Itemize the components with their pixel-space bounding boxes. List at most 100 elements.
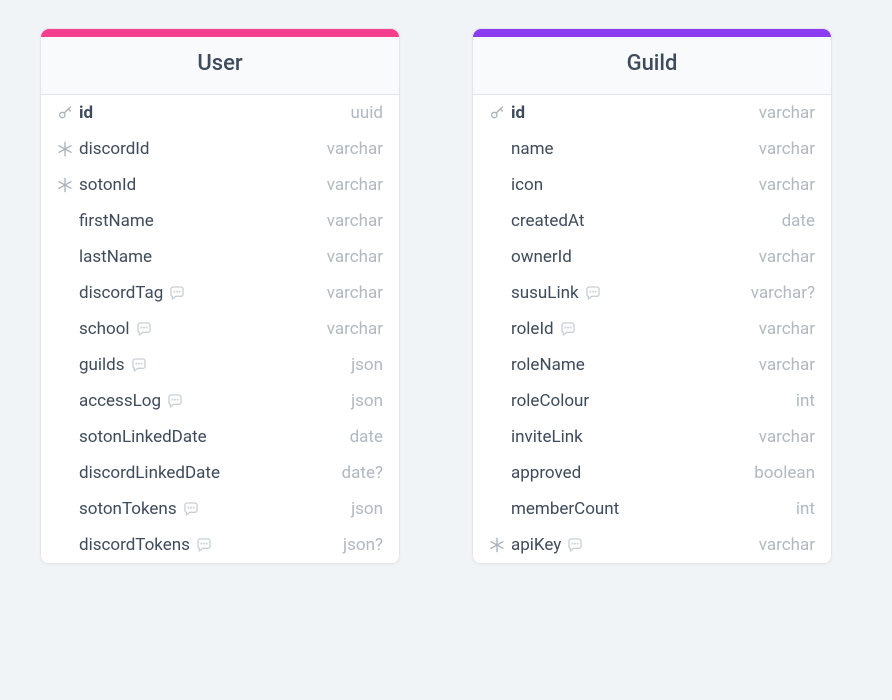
column-type: varchar?: [751, 283, 815, 303]
column-type: varchar: [327, 139, 383, 159]
column-name: inviteLink: [511, 427, 583, 447]
column-icon-slot: [57, 141, 79, 157]
column-name: sotonId: [79, 175, 136, 195]
column-name: school: [79, 319, 130, 339]
column-type: json: [351, 499, 383, 519]
comment-icon: [131, 357, 147, 373]
column-name: discordLinkedDate: [79, 463, 220, 483]
column-row: apiKeyvarchar: [473, 527, 831, 563]
column-type: varchar: [759, 103, 815, 123]
comment-indicator: [585, 285, 601, 301]
column-row: susuLink varchar?: [473, 275, 831, 311]
column-row: roleColourint: [473, 383, 831, 419]
column-name: ownerId: [511, 247, 572, 267]
column-type: boolean: [754, 463, 815, 483]
accent-bar: [41, 29, 399, 37]
column-type: date?: [342, 463, 383, 483]
column-name: lastName: [79, 247, 152, 267]
column-type: uuid: [351, 103, 383, 123]
accent-bar: [473, 29, 831, 37]
column-row: guilds json: [41, 347, 399, 383]
comment-icon: [585, 285, 601, 301]
column-row: ownerIdvarchar: [473, 239, 831, 275]
comment-indicator: [136, 321, 152, 337]
snowflake-icon: [57, 141, 73, 157]
column-row: name varchar: [473, 131, 831, 167]
column-type: json?: [343, 535, 383, 555]
comment-indicator: [196, 537, 212, 553]
column-name: apiKey: [511, 535, 561, 555]
comment-indicator: [560, 321, 576, 337]
column-type: varchar: [759, 139, 815, 159]
column-row: firstName varchar: [41, 203, 399, 239]
column-row: discordTagvarchar: [41, 275, 399, 311]
column-name: guilds: [79, 355, 125, 375]
column-row: sotonTokens json: [41, 491, 399, 527]
column-name: discordTag: [79, 283, 163, 303]
column-type: varchar: [759, 355, 815, 375]
column-row: id uuid: [41, 95, 399, 131]
comment-icon: [183, 501, 199, 517]
column-row: icon varchar: [473, 167, 831, 203]
column-type: json: [351, 391, 383, 411]
comment-icon: [167, 393, 183, 409]
column-name: name: [511, 139, 554, 159]
column-type: varchar: [327, 247, 383, 267]
column-icon-slot: [489, 105, 511, 121]
column-name: discordId: [79, 139, 150, 159]
column-row: id varchar: [473, 95, 831, 131]
comment-indicator: [167, 393, 183, 409]
tables-container: UseriduuiddiscordIdvarcharsotonIdvarchar…: [40, 28, 852, 564]
column-type: varchar: [327, 211, 383, 231]
comment-indicator: [169, 285, 185, 301]
column-name: susuLink: [511, 283, 579, 303]
column-row: inviteLink varchar: [473, 419, 831, 455]
column-type: varchar: [759, 175, 815, 195]
column-name: discordTokens: [79, 535, 190, 555]
column-row: lastName varchar: [41, 239, 399, 275]
column-name: id: [511, 103, 525, 123]
comment-icon: [196, 537, 212, 553]
column-type: date: [782, 211, 815, 231]
column-name: roleName: [511, 355, 585, 375]
key-icon: [57, 105, 73, 121]
column-name: icon: [511, 175, 543, 195]
comment-icon: [567, 537, 583, 553]
column-name: memberCount: [511, 499, 619, 519]
table-title: Guild: [473, 37, 831, 95]
column-row: discordLinkedDate date?: [41, 455, 399, 491]
column-row: discordTokens json?: [41, 527, 399, 563]
column-name: firstName: [79, 211, 154, 231]
key-icon: [489, 105, 505, 121]
comment-icon: [136, 321, 152, 337]
comment-icon: [560, 321, 576, 337]
column-row: discordId varchar: [41, 131, 399, 167]
column-type: date: [350, 427, 383, 447]
column-name: accessLog: [79, 391, 161, 411]
column-name: id: [79, 103, 93, 123]
column-row: roleName varchar: [473, 347, 831, 383]
comment-indicator: [567, 537, 583, 553]
column-row: approvedboolean: [473, 455, 831, 491]
column-type: json: [351, 355, 383, 375]
column-row: memberCount int: [473, 491, 831, 527]
table-card: UseriduuiddiscordIdvarcharsotonIdvarchar…: [40, 28, 400, 564]
column-type: varchar: [759, 427, 815, 447]
column-name: roleColour: [511, 391, 589, 411]
column-row: accessLog json: [41, 383, 399, 419]
column-name: createdAt: [511, 211, 584, 231]
column-type: int: [796, 499, 815, 519]
column-icon-slot: [489, 537, 511, 553]
comment-indicator: [183, 501, 199, 517]
column-row: school varchar: [41, 311, 399, 347]
column-row: sotonLinkedDatedate: [41, 419, 399, 455]
column-icon-slot: [57, 177, 79, 193]
column-name: sotonTokens: [79, 499, 177, 519]
snowflake-icon: [57, 177, 73, 193]
column-icon-slot: [57, 105, 79, 121]
column-row: roleIdvarchar: [473, 311, 831, 347]
comment-icon: [169, 285, 185, 301]
column-type: varchar: [759, 319, 815, 339]
snowflake-icon: [489, 537, 505, 553]
column-type: varchar: [327, 319, 383, 339]
